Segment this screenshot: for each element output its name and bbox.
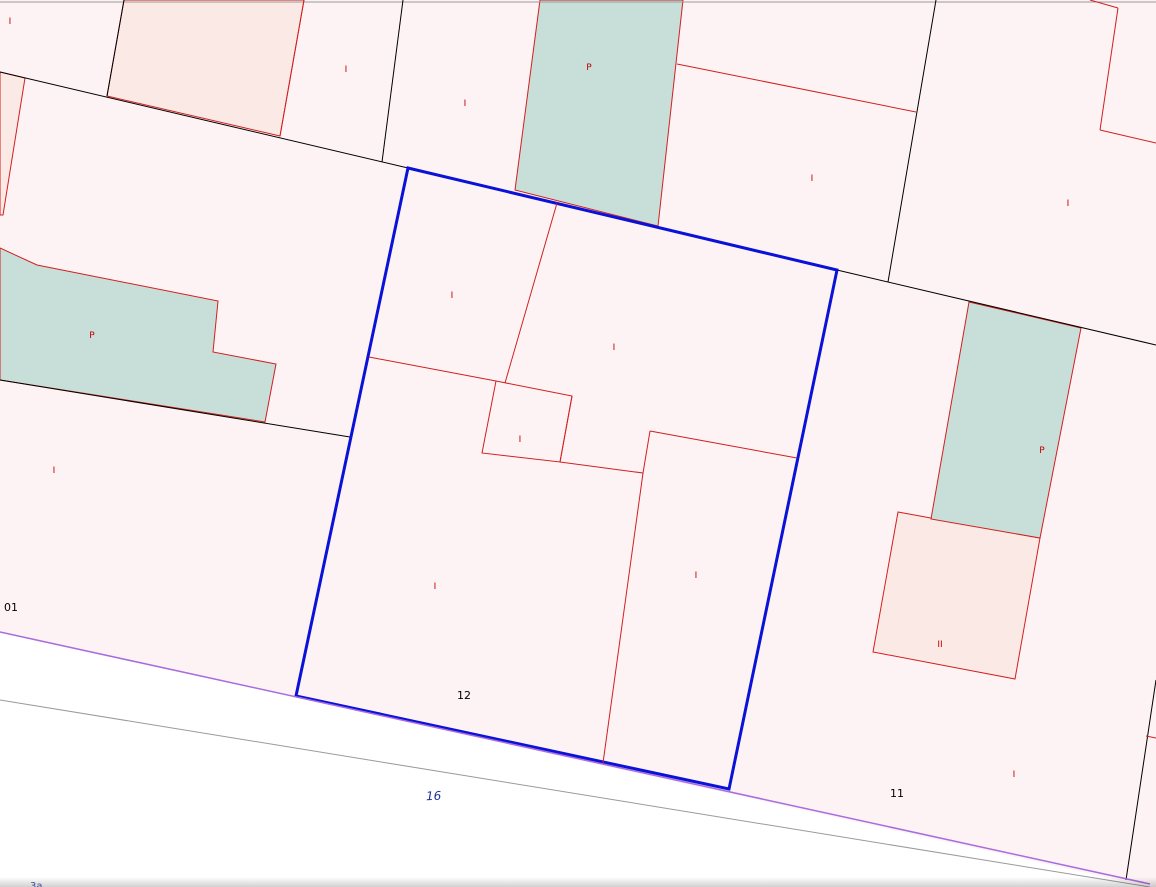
label-i-6: I [451,291,454,301]
label-i-10: I [695,571,698,581]
label-p-2: P [89,331,95,341]
label-i-9: I [53,466,56,476]
label-i-8: I [519,435,522,445]
label-i-11: I [434,582,437,592]
label-i-7: I [613,343,616,353]
parcel-number-11: 11 [890,787,904,800]
parcel-number-01: 01 [4,601,18,614]
label-p-3: P [1039,446,1045,456]
courtyard-top [514,0,684,227]
label-i-3: I [464,99,467,109]
parcel-number-12: 12 [457,689,471,702]
label-i-2: I [345,65,348,75]
label-ii: II [937,640,942,650]
cadastral-map[interactable]: I I I P I I I I P I I P I I II I 01 12 1… [0,0,1156,887]
label-p-1: P [586,63,592,73]
building-ii-right [872,511,1041,680]
label-i-1: I [9,17,12,27]
label-i-4: I [811,174,814,184]
street-number: 16 [426,789,442,804]
label-i-12: I [1013,770,1016,780]
bottom-shadow [0,877,1156,887]
label-i-5: I [1067,199,1070,209]
